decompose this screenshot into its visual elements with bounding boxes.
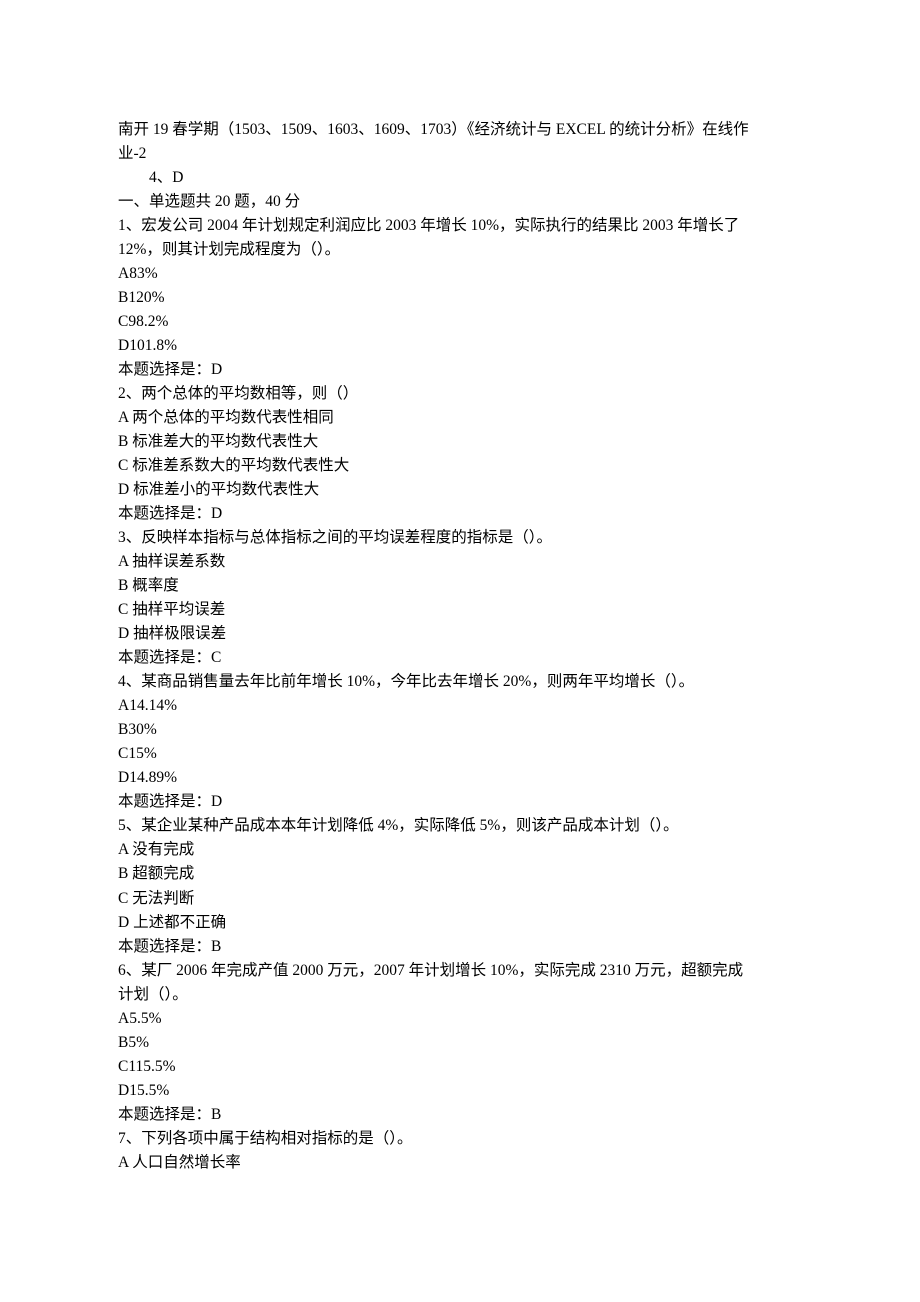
- q1-option-c: C98.2%: [118, 310, 802, 334]
- q5-option-c: C 无法判断: [118, 887, 802, 911]
- q2-option-d: D 标准差小的平均数代表性大: [118, 478, 802, 502]
- q3-stem: 3、反映样本指标与总体指标之间的平均误差程度的指标是（）。: [118, 526, 802, 550]
- q6-stem-line1: 6、某厂 2006 年完成产值 2000 万元，2007 年计划增长 10%，实…: [118, 959, 802, 983]
- doc-note: 4、D: [118, 166, 802, 190]
- q2-option-b: B 标准差大的平均数代表性大: [118, 430, 802, 454]
- q4-answer: 本题选择是：D: [118, 790, 802, 814]
- doc-title-line1: 南开 19 春学期（1503、1509、1603、1609、1703）《经济统计…: [118, 118, 802, 142]
- q5-option-a: A 没有完成: [118, 838, 802, 862]
- q1-option-d: D101.8%: [118, 334, 802, 358]
- q6-option-b: B5%: [118, 1031, 802, 1055]
- q1-answer: 本题选择是：D: [118, 358, 802, 382]
- q3-option-d: D 抽样极限误差: [118, 622, 802, 646]
- q3-answer: 本题选择是：C: [118, 646, 802, 670]
- q4-option-c: C15%: [118, 742, 802, 766]
- q6-option-d: D15.5%: [118, 1079, 802, 1103]
- q7-stem: 7、下列各项中属于结构相对指标的是（）。: [118, 1127, 802, 1151]
- q5-option-d: D 上述都不正确: [118, 911, 802, 935]
- q5-answer: 本题选择是：B: [118, 935, 802, 959]
- q2-answer: 本题选择是：D: [118, 502, 802, 526]
- q2-option-c: C 标准差系数大的平均数代表性大: [118, 454, 802, 478]
- section-heading: 一、单选题共 20 题，40 分: [118, 190, 802, 214]
- q5-stem: 5、某企业某种产品成本本年计划降低 4%，实际降低 5%，则该产品成本计划（）。: [118, 814, 802, 838]
- q6-answer: 本题选择是：B: [118, 1103, 802, 1127]
- q1-stem-line1: 1、宏发公司 2004 年计划规定利润应比 2003 年增长 10%，实际执行的…: [118, 214, 802, 238]
- q5-option-b: B 超额完成: [118, 862, 802, 886]
- q2-stem: 2、两个总体的平均数相等，则（）: [118, 382, 802, 406]
- doc-title-line2: 业-2: [118, 142, 802, 166]
- q6-option-a: A5.5%: [118, 1007, 802, 1031]
- q4-stem: 4、某商品销售量去年比前年增长 10%，今年比去年增长 20%，则两年平均增长（…: [118, 670, 802, 694]
- q3-option-a: A 抽样误差系数: [118, 550, 802, 574]
- q1-option-b: B120%: [118, 286, 802, 310]
- q1-option-a: A83%: [118, 262, 802, 286]
- q2-option-a: A 两个总体的平均数代表性相同: [118, 406, 802, 430]
- q6-stem-line2: 计划（）。: [118, 983, 802, 1007]
- q4-option-d: D14.89%: [118, 766, 802, 790]
- q4-option-b: B30%: [118, 718, 802, 742]
- q3-option-b: B 概率度: [118, 574, 802, 598]
- q1-stem-line2: 12%，则其计划完成程度为（）。: [118, 238, 802, 262]
- q3-option-c: C 抽样平均误差: [118, 598, 802, 622]
- q6-option-c: C115.5%: [118, 1055, 802, 1079]
- q7-option-a: A 人口自然增长率: [118, 1151, 802, 1175]
- q4-option-a: A14.14%: [118, 694, 802, 718]
